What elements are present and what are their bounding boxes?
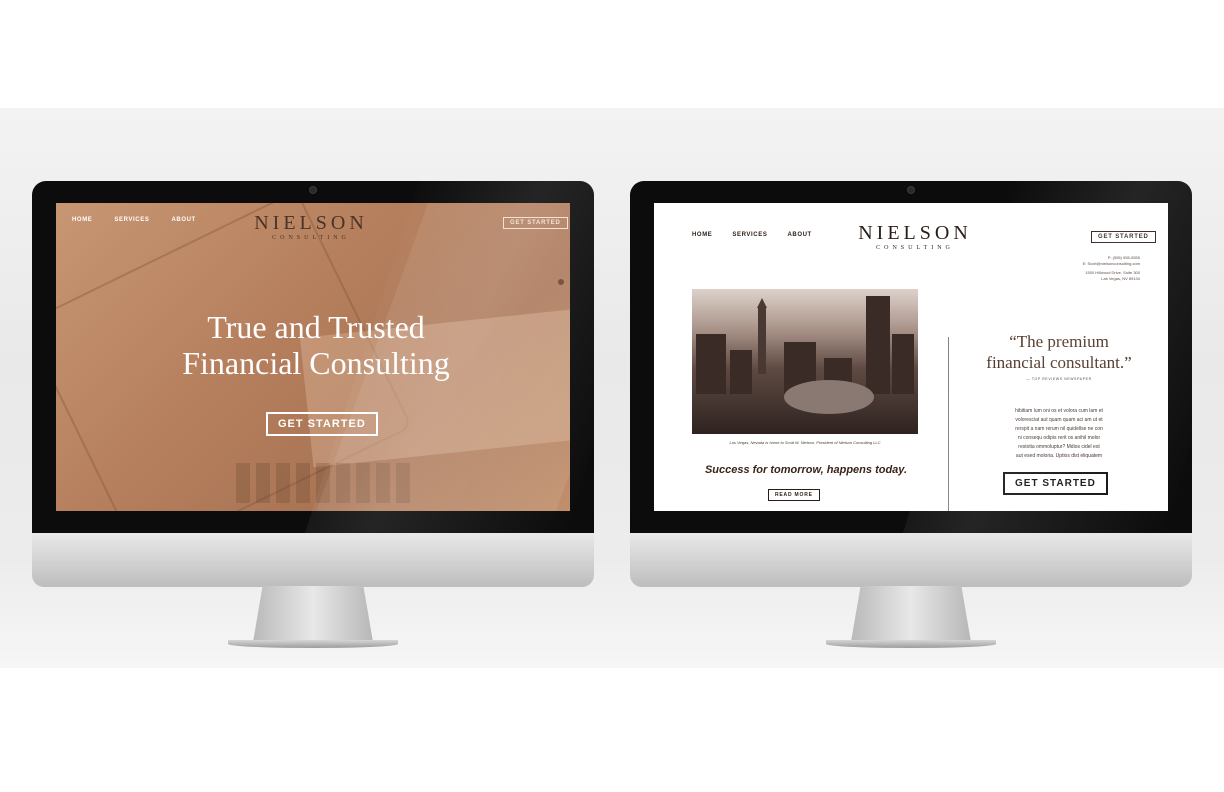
camera-icon [908, 187, 914, 193]
body-line: aut esed moloria. Uptios dist eliquatem [1015, 453, 1103, 459]
contact-address-2: Las Vegas, NV 89134 [1101, 276, 1140, 281]
monitor-right: HOME SERVICES ABOUT NIELSON CONSULTING G… [630, 181, 1192, 587]
pull-quote: “The premium financial consultant.” [954, 331, 1164, 373]
headline-line-2: Financial Consulting [182, 345, 450, 381]
monitor-foot-right [826, 640, 996, 648]
get-started-button[interactable]: GET STARTED [1003, 472, 1108, 495]
column-divider [948, 337, 949, 511]
body-line: voloresciat aut quam quam aci am ut et [1015, 417, 1103, 423]
quote-source: — TOP REVIEWS NEWSPAPER [1026, 377, 1092, 381]
quote-line-1: “The premium [1009, 332, 1109, 351]
get-started-top-button[interactable]: GET STARTED [503, 217, 568, 229]
monitor-stand-right [851, 586, 971, 642]
las-vegas-photo [692, 289, 918, 434]
monitor-bezel: HOME SERVICES ABOUT NIELSON CONSULTING G… [32, 181, 594, 533]
slider-dot-icon[interactable] [558, 279, 564, 285]
contact-address-1: 1500 Hillwood Drive, Suite 300 [1085, 270, 1140, 275]
about-screen: HOME SERVICES ABOUT NIELSON CONSULTING G… [654, 203, 1168, 511]
logo-name: NIELSON [858, 222, 972, 244]
logo-sub: CONSULTING [272, 235, 350, 241]
logo-name: NIELSON [254, 212, 368, 234]
nav-about[interactable]: ABOUT [787, 232, 811, 238]
body-line: ni consequ odipis rerit os anihil molor [1017, 435, 1101, 441]
building-shape [696, 334, 726, 394]
nav-services[interactable]: SERVICES [732, 232, 767, 238]
nav-home[interactable]: HOME [692, 232, 712, 238]
body-paragraph: hibitiam lum oni os et volora cum lam et… [994, 407, 1124, 461]
nav-services[interactable]: SERVICES [114, 217, 149, 223]
monitor-stand-left [253, 586, 373, 642]
main-nav: HOME SERVICES ABOUT [692, 232, 812, 238]
body-line: rerspit a nam rerum nil quidellse ne con [1015, 426, 1103, 432]
body-line: hibitiam lum oni os et volora cum lam et [1015, 408, 1103, 414]
building-shape [892, 334, 914, 394]
headline-line-1: True and Trusted [207, 309, 425, 345]
hero-headline: True and Trusted Financial Consulting [116, 309, 516, 381]
monitor-chin [630, 533, 1192, 587]
fountain-pool-shape [784, 380, 874, 414]
nav-home[interactable]: HOME [72, 217, 92, 223]
brand-logo[interactable]: NIELSON CONSULTING [850, 223, 980, 251]
camera-icon [310, 187, 316, 193]
get-started-top-button[interactable]: GET STARTED [1091, 231, 1156, 243]
hero-screen: HOME SERVICES ABOUT NIELSON CONSULTING G… [56, 203, 570, 511]
main-nav: HOME SERVICES ABOUT [72, 217, 196, 223]
contact-email[interactable]: E: Scott@nielsonconsulting.com [1083, 261, 1140, 266]
brand-logo[interactable]: NIELSON CONSULTING [246, 213, 376, 241]
photo-caption: Los Vegas, Nevada is home to Scott M. Ni… [729, 440, 881, 445]
get-started-button[interactable]: GET STARTED [266, 412, 378, 436]
contact-phone[interactable]: P: (555) 555-5555 [1108, 255, 1140, 260]
building-shape [730, 350, 752, 394]
building-shape [866, 296, 890, 394]
tagline: Success for tomorrow, happens today. [704, 464, 908, 476]
tower-shape [757, 298, 767, 374]
monitor-chin [32, 533, 594, 587]
nav-about[interactable]: ABOUT [171, 217, 195, 223]
quote-line-2: financial consultant.” [986, 353, 1132, 372]
body-line: restotia ommoluptur? Mdios cidel est [1018, 444, 1100, 450]
monitor-foot-left [228, 640, 398, 648]
read-more-button[interactable]: READ MORE [768, 489, 820, 501]
logo-sub: CONSULTING [876, 245, 954, 251]
monitor-bezel: HOME SERVICES ABOUT NIELSON CONSULTING G… [630, 181, 1192, 533]
monitor-left: HOME SERVICES ABOUT NIELSON CONSULTING G… [32, 181, 594, 587]
